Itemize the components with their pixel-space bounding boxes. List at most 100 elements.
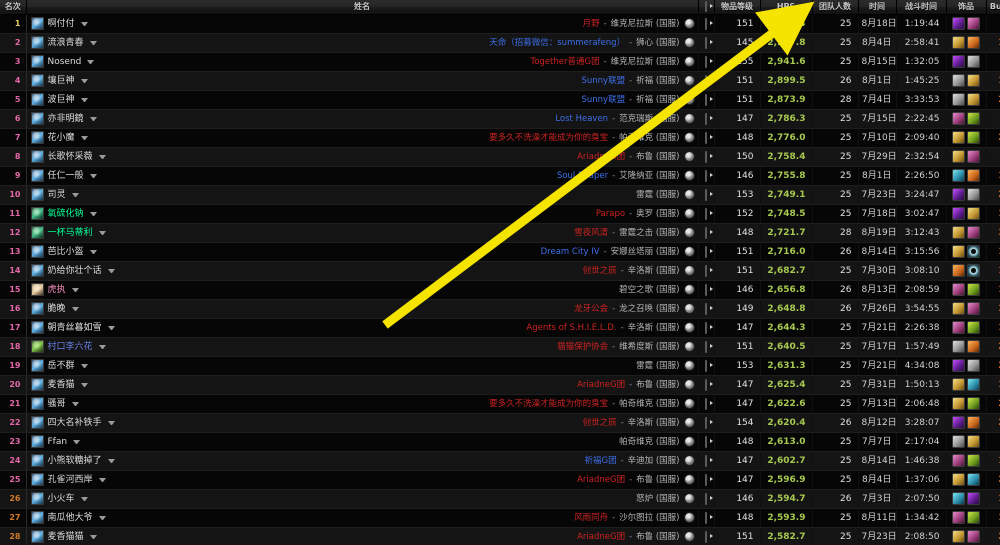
player-name[interactable]: 花小魔 (48, 129, 75, 147)
column-header-trinkets[interactable]: 饰品 (946, 0, 987, 15)
guild-name[interactable]: 风雨同舟 (574, 509, 608, 527)
trinket-icon[interactable] (952, 36, 965, 49)
player-name[interactable]: 麦香猫猫 (48, 528, 84, 545)
trinket-icon[interactable] (967, 435, 980, 448)
realm-name[interactable]: 布鲁 (国服) (636, 376, 679, 394)
chevron-down-icon[interactable] (98, 154, 106, 159)
realm-name[interactable]: 布鲁 (国服) (636, 528, 679, 545)
trinket-icon[interactable] (967, 131, 980, 144)
video-link-cell[interactable] (698, 451, 715, 471)
trinket-icon[interactable] (967, 302, 980, 315)
trinket-icon[interactable] (967, 264, 980, 277)
chevron-down-icon[interactable] (71, 287, 79, 292)
table-row[interactable]: 10 司灵 雷霆 (国服) 1532,749.1257月23日3:24:47 2 (0, 185, 1000, 205)
guild-name[interactable]: 猫猫保护协会 (557, 338, 608, 356)
guild-name[interactable]: 月野 (583, 15, 600, 33)
trinket-icon[interactable] (967, 378, 980, 391)
realm-name[interactable]: 怒炉 (国服) (636, 490, 679, 508)
chevron-down-icon[interactable] (80, 21, 88, 26)
trinket-icon[interactable] (967, 283, 980, 296)
column-header-rank[interactable]: 名次 (0, 0, 27, 15)
table-row[interactable]: 19 岳不群 雷霆 (国服) 1532,631.3257月21日4:34:08 2 (0, 356, 1000, 376)
realm-name[interactable]: 布鲁 (国服) (636, 148, 679, 166)
realm-name[interactable]: 维希度斯 (国服) (619, 338, 679, 356)
table-row[interactable]: 26小火车怒炉 (国服)1462,594.7267月3日2:07:501 (0, 489, 1000, 509)
guild-name[interactable]: Parapo (596, 205, 625, 223)
trinket-icon[interactable] (952, 264, 965, 277)
video-link-cell[interactable] (698, 413, 715, 433)
chevron-down-icon[interactable] (80, 78, 88, 83)
trinket-icon[interactable] (952, 359, 965, 372)
column-header-date[interactable]: 时间 (858, 0, 897, 15)
guild-name[interactable]: 创世之辰 (583, 262, 617, 280)
video-link-cell[interactable] (698, 185, 715, 205)
player-name[interactable]: 脆晚 (48, 300, 66, 318)
trinket-icon[interactable] (952, 55, 965, 68)
trinket-icon[interactable] (967, 511, 980, 524)
table-row[interactable]: 22 四大名补铁手 创世之辰 - 辛洛斯 (国服) 154 2,620.4 26 8月12日 3:… (0, 413, 1000, 433)
guild-name[interactable]: Soul Reaper (557, 167, 608, 185)
player-name[interactable]: 岳不群 (48, 357, 75, 375)
trinket-icon[interactable] (967, 530, 980, 543)
video-link-cell[interactable] (698, 375, 715, 395)
player-name[interactable]: 孔雀河西岸 (48, 471, 93, 489)
video-link-cell[interactable] (698, 337, 715, 357)
chevron-down-icon[interactable] (87, 59, 95, 64)
player-name[interactable]: 麦香猫 (48, 376, 75, 394)
table-row[interactable]: 6 亦非明鏡 Lost Heaven - 范克瑞斯 (国服) 147 2,786.3 25 7月… (0, 109, 1000, 129)
video-link-cell[interactable] (698, 52, 715, 72)
player-name[interactable]: Ffan (48, 433, 68, 451)
column-header-video-icon[interactable] (698, 0, 715, 15)
guild-name[interactable]: Sunny联盟 (581, 72, 625, 90)
table-row[interactable]: 24 小熊软糖掉了 祈福G团 - 辛迪加 (国服) 147 2,602.7 25 8月14日 1:… (0, 451, 1000, 471)
trinket-icon[interactable] (952, 74, 965, 87)
video-link-cell[interactable] (698, 166, 715, 186)
chevron-down-icon[interactable] (98, 344, 106, 349)
video-link-cell[interactable] (698, 356, 715, 376)
chevron-down-icon[interactable] (89, 173, 97, 178)
table-row[interactable]: 21 骚哥 要多久不洗澡才能成为你的臭宝 - 帕奇维克 (国服) 147 2,622.6 25… (0, 394, 1000, 414)
trinket-icon[interactable] (952, 511, 965, 524)
chevron-down-icon[interactable] (71, 192, 79, 197)
guild-name[interactable]: Dream City IV (541, 243, 600, 261)
trinket-icon[interactable] (967, 150, 980, 163)
table-row[interactable]: 28 麦香猫猫 AriadneG团 - 布鲁 (国服) 151 2,582.7 25 7月23日… (0, 527, 1000, 545)
video-link-cell[interactable] (698, 489, 715, 509)
trinket-icon[interactable] (967, 55, 980, 68)
trinket-icon[interactable] (967, 245, 980, 258)
table-row[interactable]: 7 花小魔 要多久不洗澡才能成为你的臭宝 - 帕奇维克 (国服) 148 2,776.0 25… (0, 128, 1000, 148)
player-name[interactable]: 壤巨神 (48, 72, 75, 90)
player-name[interactable]: 四大名补铁手 (48, 414, 102, 432)
trinket-icon[interactable] (967, 416, 980, 429)
chevron-down-icon[interactable] (107, 458, 115, 463)
trinket-icon[interactable] (952, 473, 965, 486)
realm-name[interactable]: 祈福 (国服) (636, 91, 679, 109)
table-row[interactable]: 17 朝青丝暮如雪 Agents of S.H.I.E.L.D. - 辛洛斯 (国服) 1… (0, 318, 1000, 338)
table-row[interactable]: 20 麦香猫 AriadneG团 - 布鲁 (国服) 147 2,625.4 25 7月31日 1… (0, 375, 1000, 395)
player-name[interactable]: 氧硫化钠 (48, 205, 84, 223)
player-name[interactable]: 虎执 (48, 281, 66, 299)
player-name[interactable]: 波巨神 (48, 91, 75, 109)
trinket-icon[interactable] (952, 112, 965, 125)
trinket-icon[interactable] (952, 188, 965, 201)
guild-name[interactable]: 创世之辰 (583, 414, 617, 432)
column-header-duration[interactable]: 战斗时间 (896, 0, 947, 15)
guild-name[interactable]: AriadneG团 (577, 471, 625, 489)
table-row[interactable]: 25 孔雀河西岸 AriadneG团 - 布鲁 (国服) 147 2,596.9 25 8月4日… (0, 470, 1000, 490)
table-row[interactable]: 8 长歌怀采薇 AriadneG团 - 布鲁 (国服) 150 2,758.4 25 7月29日… (0, 147, 1000, 167)
chevron-down-icon[interactable] (80, 496, 88, 501)
chevron-down-icon[interactable] (107, 268, 115, 273)
chevron-down-icon[interactable] (89, 40, 97, 45)
trinket-icon[interactable] (967, 207, 980, 220)
trinket-icon[interactable] (952, 435, 965, 448)
table-row[interactable]: 5 波巨神 Sunny联盟 - 祈福 (国服) 151 2,873.9 28 7月4日 3:33:… (0, 90, 1000, 110)
trinket-icon[interactable] (967, 473, 980, 486)
video-link-cell[interactable] (698, 299, 715, 319)
table-row[interactable]: 27 南瓜他大爷 风雨同舟 - 沙尔图拉 (国服) 148 2,593.9 25 8月11日 1:… (0, 508, 1000, 528)
trinket-icon[interactable] (967, 112, 980, 125)
video-link-cell[interactable] (698, 242, 715, 262)
player-name[interactable]: 小熊软糖掉了 (48, 452, 102, 470)
guild-name[interactable]: AriadneG团 (577, 528, 625, 545)
guild-name[interactable]: 祈福G团 (584, 452, 616, 470)
trinket-icon[interactable] (967, 188, 980, 201)
